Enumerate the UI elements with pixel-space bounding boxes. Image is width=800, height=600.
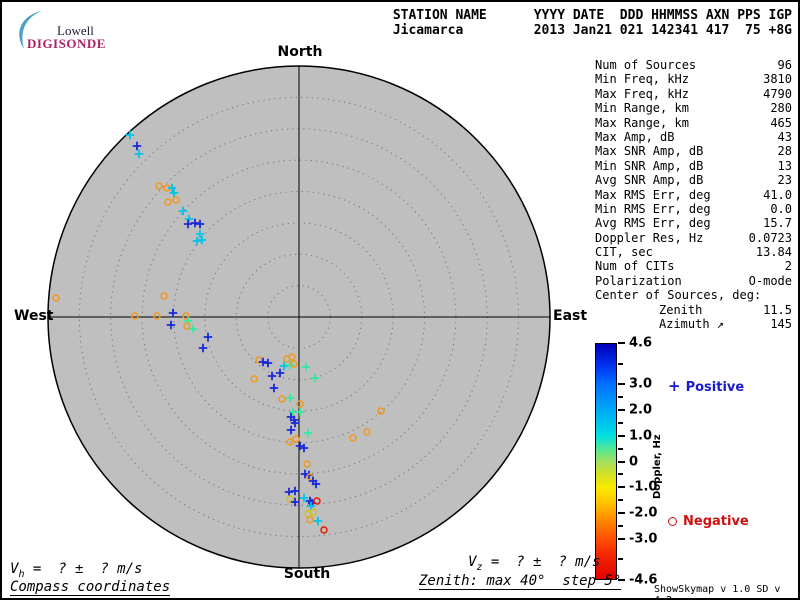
stat-value: 11.5 <box>763 302 792 317</box>
stat-row: Max Range, km 465 <box>595 116 794 130</box>
stat-label: Min RMS Err, deg <box>595 201 711 216</box>
stat-label: Max SNR Amp, dB <box>595 144 704 159</box>
compass-label-east: East <box>553 308 588 324</box>
colorbar-minor-tick <box>618 499 623 502</box>
stat-label: Min Range, km <box>595 101 689 116</box>
stat-label: Avg SNR Amp, dB <box>595 173 704 188</box>
stat-label: Azimuth ↗ <box>659 317 725 332</box>
stat-row: Center of Sources, deg: <box>595 288 794 302</box>
doppler-colorbar-gradient <box>595 343 617 580</box>
colorbar-minor-tick <box>618 524 623 527</box>
stat-row: Min Range, km 280 <box>595 101 794 115</box>
stat-row: Avg SNR Amp, dB 23 <box>595 173 794 187</box>
stat-row: Avg RMS Err, deg 15.7 <box>595 216 794 230</box>
stat-label: Polarization <box>595 273 682 288</box>
stat-row: Doppler Res, Hz 0.0723 <box>595 231 794 245</box>
colorbar-tick-label: -2.0 <box>629 505 658 521</box>
stat-value: 4790 <box>763 86 792 101</box>
stat-label: Center of Sources, deg: <box>595 288 762 303</box>
stat-label: Avg RMS Err, deg <box>595 216 711 231</box>
stat-value: 2 <box>784 259 792 274</box>
compass-label-north: North <box>277 44 323 60</box>
stat-label: Zenith <box>659 302 703 317</box>
stats-panel: Num of Sources 96 Min Freq, kHz 3810 Max Fre… <box>595 58 794 331</box>
stat-label: Min Freq, kHz <box>595 72 689 87</box>
showskymap-window: Lowell DIGISONDE STATION NAME YYYY DATE … <box>0 0 800 600</box>
stat-label: Max Range, km <box>595 115 689 130</box>
stat-row: Num of Sources 96 <box>595 58 794 72</box>
stat-row: Min RMS Err, deg 0.0 <box>595 202 794 216</box>
stat-value: 96 <box>777 58 792 72</box>
stat-row: Max SNR Amp, dB 28 <box>595 144 794 158</box>
stat-value: 15.7 <box>763 216 792 231</box>
colorbar-minor-tick <box>618 362 623 365</box>
stat-row: Max RMS Err, deg 41.0 <box>595 188 794 202</box>
stat-value: O-mode <box>748 273 792 288</box>
colorbar-major-tick <box>618 537 625 540</box>
legend-positive-label: Positive <box>685 380 745 395</box>
stat-value: 13.84 <box>755 245 792 260</box>
stat-label: Num of Sources <box>595 58 697 72</box>
stat-row: Min SNR Amp, dB 13 <box>595 159 794 173</box>
stat-label: Doppler Res, Hz <box>595 230 704 245</box>
legend-positive: + Positive <box>668 377 744 395</box>
colorbar-major-tick <box>618 434 625 437</box>
colorbar-major-tick <box>618 512 625 515</box>
colorbar-major-tick <box>618 486 625 489</box>
colorbar-minor-tick <box>618 447 623 450</box>
stat-row: Max Amp, dB 43 <box>595 130 794 144</box>
stat-label: Max Freq, kHz <box>595 86 689 101</box>
colorbar-tick-label: 1.0 <box>629 428 653 444</box>
plus-icon: + <box>668 377 681 395</box>
colorbar-minor-tick <box>618 473 623 476</box>
stat-row: Num of CITs 2 <box>595 259 794 273</box>
doppler-axis-title: Doppler, Hz <box>652 434 663 499</box>
stat-label: Max RMS Err, deg <box>595 187 711 202</box>
stat-row: Azimuth ↗ 145 <box>595 317 794 331</box>
colorbar-minor-tick <box>618 421 623 424</box>
vh-readout: Vh = ? ± ? m/s <box>10 561 143 580</box>
stat-value: 3810 <box>763 72 792 87</box>
compass-label-west: West <box>14 308 54 324</box>
colorbar-tick-label: -3.0 <box>629 531 658 547</box>
stat-value: 280 <box>770 101 792 116</box>
colorbar-major-tick <box>618 460 625 463</box>
zenith-range-note: Zenith: max 40° step 5° <box>419 573 622 590</box>
legend-negative-label: Negative <box>683 514 749 529</box>
stat-value: 13 <box>777 158 792 173</box>
stat-value: 0.0 <box>770 201 792 216</box>
legend-negative: Negative <box>668 514 749 529</box>
stat-value: 41.0 <box>763 187 792 202</box>
colorbar-major-tick <box>618 342 625 344</box>
stat-value: 43 <box>777 129 792 144</box>
colorbar-tick-label: 4.6 <box>629 335 653 351</box>
stat-label: Num of CITs <box>595 259 675 274</box>
colorbar-minor-tick <box>618 558 623 561</box>
colorbar-minor-tick <box>618 396 623 399</box>
stat-label: CIT, sec <box>595 245 653 260</box>
stat-value: 145 <box>770 317 792 332</box>
colorbar-tick-label: 2.0 <box>629 402 653 418</box>
stat-value: 465 <box>770 115 792 130</box>
stat-row: Polarization O-mode <box>595 274 794 288</box>
circle-icon <box>668 517 677 526</box>
compass-coordinates-note: Compass coordinates <box>10 579 171 596</box>
stat-row: Zenith 11.5 <box>595 303 794 317</box>
colorbar-tick-label: 0 <box>629 454 639 469</box>
colorbar-tick-label: 3.0 <box>629 376 653 392</box>
stat-value: 0.0723 <box>748 230 792 245</box>
version-text: ShowSkymap v 1.0 SD v 4.2 <box>654 584 781 598</box>
stat-label: Max Amp, dB <box>595 129 675 144</box>
colorbar-major-tick <box>618 408 625 411</box>
stat-value: 28 <box>777 144 792 159</box>
stat-row: Max Freq, kHz 4790 <box>595 87 794 101</box>
stat-label: Min SNR Amp, dB <box>595 158 704 173</box>
compass-label-south: South <box>283 566 331 582</box>
stat-value: 23 <box>777 173 792 188</box>
colorbar-major-tick <box>618 383 625 386</box>
vz-readout: Vz = ? ± ? m/s <box>468 554 601 573</box>
stat-row: Min Freq, kHz 3810 <box>595 72 794 86</box>
stat-row: CIT, sec 13.84 <box>595 245 794 259</box>
